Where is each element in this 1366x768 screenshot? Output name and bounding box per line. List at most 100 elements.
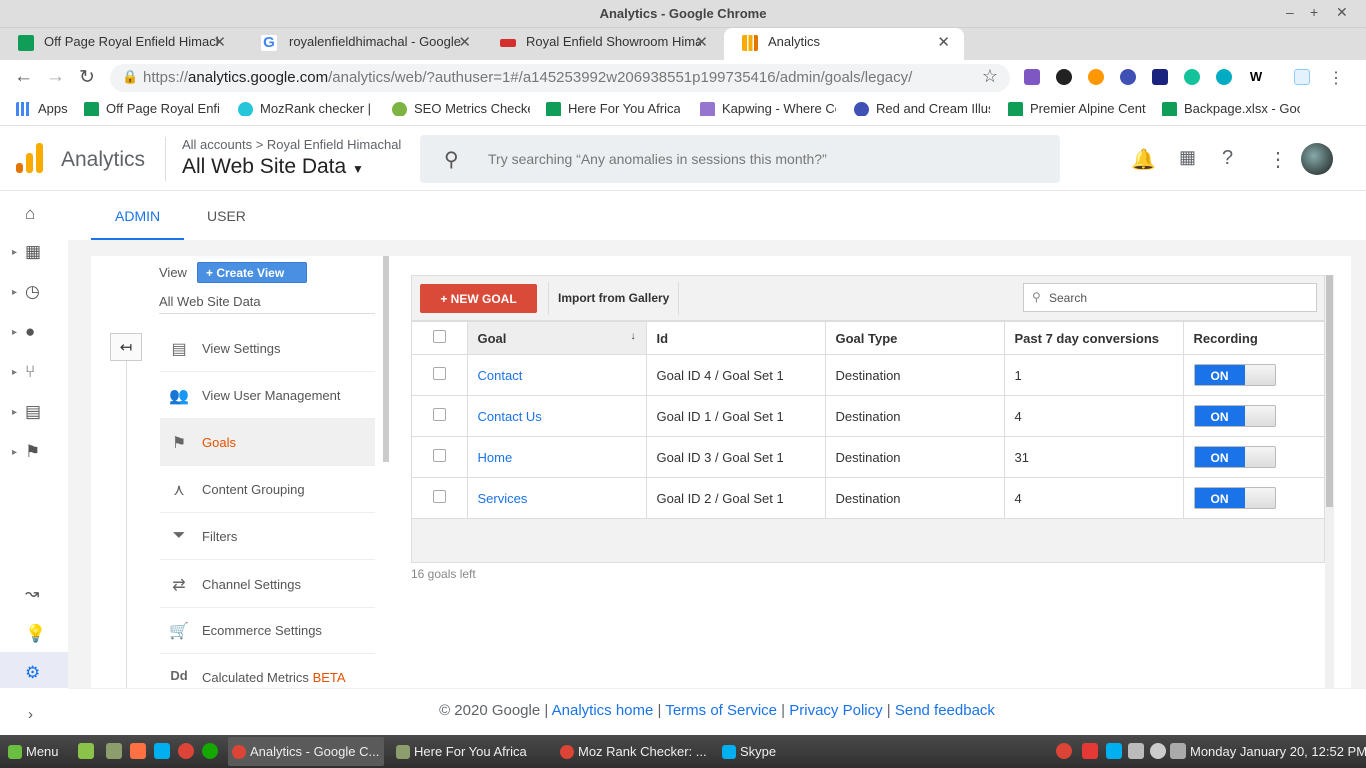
minimize-icon[interactable]: –: [1286, 4, 1294, 20]
row-checkbox[interactable]: [432, 367, 446, 380]
behavior-icon[interactable]: ▤: [25, 402, 41, 422]
conversions-flag-icon[interactable]: ⚑: [25, 442, 40, 462]
row-checkbox[interactable]: [432, 449, 446, 462]
column-goal-type[interactable]: Goal Type: [824, 321, 1005, 355]
goal-link[interactable]: Home: [478, 450, 513, 465]
expand-icon[interactable]: ▸: [12, 367, 17, 378]
goal-link[interactable]: Contact Us: [478, 409, 542, 424]
address-bar[interactable]: 🔒 https://analytics.google.com/analytics…: [110, 64, 1010, 92]
upwork-icon[interactable]: [202, 743, 218, 759]
apps-grid-icon[interactable]: ▦: [1179, 147, 1196, 168]
insights-search[interactable]: ⚲ Try searching “Any anomalies in sessio…: [420, 135, 1060, 183]
footer-analytics-home[interactable]: Analytics home: [552, 702, 654, 719]
start-menu-button[interactable]: Menu: [4, 737, 68, 766]
row-checkbox[interactable]: [432, 490, 446, 503]
column-conversions[interactable]: Past 7 day conversions: [1003, 321, 1184, 355]
extension-feather-icon[interactable]: [1024, 69, 1040, 85]
menu-content-grouping[interactable]: ⋏ Content Grouping: [160, 466, 375, 513]
bookmark-premier-alpine[interactable]: Premier Alpine Cent: [1008, 101, 1146, 116]
skype-launcher-icon[interactable]: [154, 743, 170, 759]
attribution-icon[interactable]: ↝: [25, 584, 39, 604]
acquisition-icon[interactable]: ⑂: [25, 362, 35, 382]
bookmark-backpage[interactable]: Backpage.xlsx - Goo: [1162, 101, 1300, 116]
account-breadcrumb[interactable]: All accounts > Royal Enfield Himachal: [182, 137, 401, 152]
taskbar-window-moz[interactable]: Moz Rank Checker: ...: [556, 737, 712, 766]
tray-shield-icon[interactable]: [1082, 743, 1098, 759]
chrome-launcher-icon[interactable]: [178, 743, 194, 759]
taskbar-window-skype[interactable]: Skype: [718, 737, 874, 766]
volume-icon[interactable]: [1128, 743, 1144, 759]
files-icon[interactable]: [106, 743, 122, 759]
expand-icon[interactable]: ▸: [12, 447, 17, 458]
create-view-button[interactable]: + Create View: [197, 262, 307, 283]
home-icon[interactable]: ⌂: [25, 204, 35, 224]
maximize-icon[interactable]: +: [1310, 4, 1318, 20]
expand-icon[interactable]: ▸: [12, 407, 17, 418]
grammarly-icon[interactable]: [1184, 69, 1200, 85]
close-tab-icon[interactable]: ✕: [937, 33, 950, 51]
expand-icon[interactable]: ▸: [12, 287, 17, 298]
bookmark-mozrank[interactable]: MozRank checker |: [238, 101, 372, 116]
tray-skype-icon[interactable]: [1106, 743, 1122, 759]
bookmark-off-page[interactable]: Off Page Royal Enfie: [84, 101, 220, 116]
goal-link[interactable]: Services: [478, 491, 528, 506]
extension-folder-icon[interactable]: [1152, 69, 1168, 85]
extension-meter-icon[interactable]: [1294, 69, 1310, 85]
tab-admin[interactable]: ADMIN: [115, 208, 160, 224]
tray-chrome-icon[interactable]: [1056, 743, 1072, 759]
close-tab-icon[interactable]: ✕: [695, 33, 708, 51]
tab-user[interactable]: USER: [207, 208, 246, 224]
menu-ecommerce-settings[interactable]: 🛒 Ecommerce Settings: [160, 607, 375, 654]
column-id[interactable]: Id: [645, 321, 826, 355]
recording-toggle[interactable]: ON: [1193, 364, 1276, 386]
close-tab-icon[interactable]: ✕: [458, 33, 471, 51]
extension-blue-icon[interactable]: [1120, 69, 1136, 85]
import-gallery-button[interactable]: Import from Gallery: [548, 282, 680, 315]
collapse-back-button[interactable]: ↤: [110, 333, 142, 361]
close-window-icon[interactable]: ✕: [1336, 4, 1348, 21]
discover-bulb-icon[interactable]: 💡: [25, 624, 46, 644]
footer-feedback[interactable]: Send feedback: [895, 702, 995, 719]
menu-view-settings[interactable]: ▤ View Settings: [160, 325, 375, 372]
recording-toggle[interactable]: ON: [1193, 446, 1276, 468]
forward-icon[interactable]: →: [46, 66, 65, 88]
bookmark-star-icon[interactable]: ☆: [982, 66, 998, 87]
view-column-scrollbar[interactable]: [383, 256, 389, 462]
extension-w-icon[interactable]: W: [1248, 69, 1264, 85]
bookmark-seo-metrics[interactable]: SEO Metrics Checke: [392, 101, 530, 116]
tab-analytics[interactable]: Analytics ✕: [724, 28, 964, 60]
help-icon[interactable]: ?: [1222, 147, 1233, 170]
menu-filters[interactable]: ⏷ Filters: [160, 513, 375, 560]
customization-icon[interactable]: ▦: [25, 242, 41, 262]
close-tab-icon[interactable]: ✕: [213, 33, 226, 51]
reload-icon[interactable]: ↻: [79, 66, 95, 89]
expand-icon[interactable]: ▸: [12, 247, 17, 258]
menu-goals[interactable]: ⚑ Goals: [160, 419, 375, 466]
extension-teal-icon[interactable]: [1216, 69, 1232, 85]
column-goal[interactable]: Goal ↓: [466, 321, 647, 355]
select-all-checkbox[interactable]: [432, 330, 446, 343]
show-desktop-icon[interactable]: [78, 743, 94, 759]
goals-scrollbar[interactable]: [1325, 275, 1334, 688]
view-selector[interactable]: All Web Site Data ▼: [182, 155, 364, 179]
tab-google-search[interactable]: G royalenfieldhimachal - Google Search ✕: [245, 28, 485, 60]
footer-privacy[interactable]: Privacy Policy: [789, 702, 882, 719]
bookmark-here-for-you[interactable]: Here For You Africa: [546, 101, 680, 116]
chrome-menu-icon[interactable]: ⋮: [1328, 68, 1344, 88]
tab-showroom[interactable]: Royal Enfield Showroom Himachal ✕: [482, 28, 722, 60]
tab-off-page[interactable]: Off Page Royal Enfield Himachal ✕: [0, 28, 240, 60]
goal-link[interactable]: Contact: [478, 368, 523, 383]
avatar[interactable]: [1301, 143, 1333, 175]
recording-toggle[interactable]: ON: [1193, 487, 1276, 509]
taskbar-window-here-for-you[interactable]: Here For You Africa: [392, 737, 548, 766]
goals-search-input[interactable]: ⚲ Search: [1023, 283, 1317, 312]
recording-toggle[interactable]: ON: [1193, 405, 1276, 427]
audience-person-icon[interactable]: ●: [25, 322, 35, 342]
bookmark-apps[interactable]: Apps: [16, 101, 76, 116]
row-checkbox[interactable]: [432, 408, 446, 421]
view-name[interactable]: All Web Site Data: [159, 294, 261, 309]
new-goal-button[interactable]: + NEW GOAL: [420, 284, 537, 313]
extension-circle-icon[interactable]: [1056, 69, 1072, 85]
expand-rail-chevron-icon[interactable]: ›: [28, 706, 33, 723]
expand-icon[interactable]: ▸: [12, 327, 17, 338]
